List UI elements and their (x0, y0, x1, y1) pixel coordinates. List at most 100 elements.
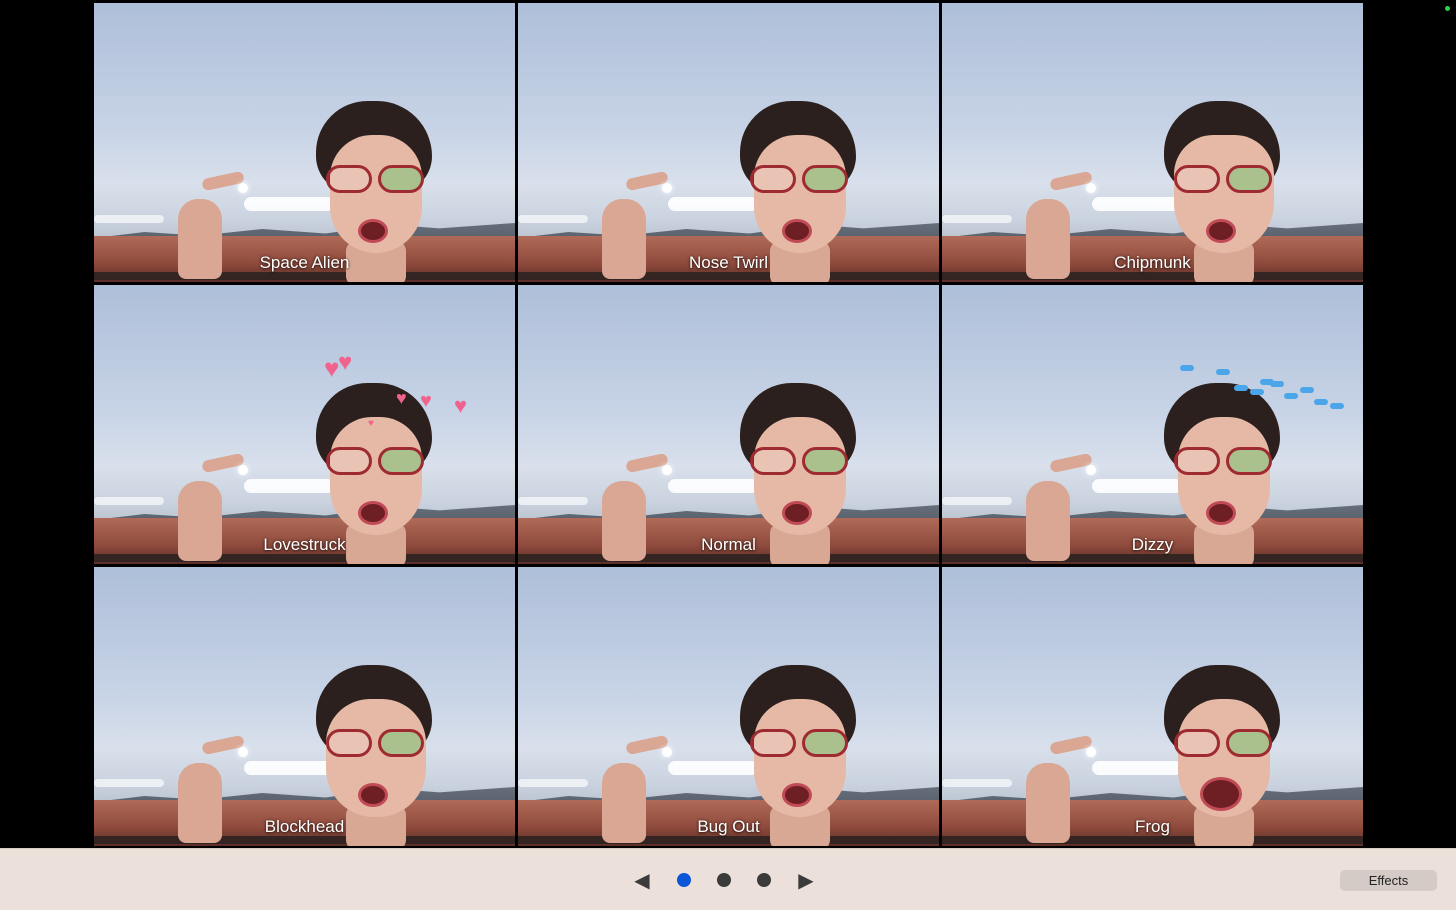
effect-tile-normal[interactable]: Normal (518, 285, 939, 564)
raised-hand (172, 170, 248, 282)
raised-hand (596, 170, 672, 282)
heart-icon: ♥ (396, 388, 407, 408)
effect-tile-dizzy[interactable]: Dizzy (942, 285, 1363, 564)
triangle-right-icon: ▶ (798, 869, 814, 892)
glasses (746, 165, 854, 195)
mouth (782, 219, 812, 243)
effect-tile-space-alien[interactable]: Space Alien (94, 3, 515, 282)
bottom-toolbar: ◀ ▶ Effects (0, 848, 1456, 910)
light-orb (662, 465, 672, 475)
palm (178, 763, 222, 843)
light-orb (1086, 465, 1096, 475)
palm (1026, 199, 1070, 279)
raised-hand (1020, 170, 1096, 282)
light-orb (1086, 747, 1096, 757)
person-portrait (740, 101, 860, 282)
raised-hand (596, 734, 672, 846)
glasses-lens-left (1174, 447, 1220, 475)
heart-icon: ♥ (454, 393, 468, 418)
glasses (322, 165, 430, 195)
hearts-effect: ♥ ♥ ♥ ♥ ♥ ♥ (324, 351, 494, 431)
glasses (1170, 729, 1278, 759)
page-dot-3[interactable] (757, 873, 771, 887)
glasses-lens-right (1226, 165, 1272, 193)
cloud-shape (94, 497, 164, 505)
effect-tile-blockhead[interactable]: Blockhead (94, 567, 515, 846)
heart-icon: ♥ (420, 390, 432, 412)
page-navigation: ◀ ▶ (630, 863, 818, 897)
mouth (1206, 501, 1236, 525)
raised-hand (596, 452, 672, 564)
railing (942, 272, 1363, 280)
bluebird-icon (1234, 385, 1248, 391)
glasses-lens-right (802, 447, 848, 475)
person-portrait (740, 665, 860, 846)
raised-hand (1020, 452, 1096, 564)
mouth (358, 219, 388, 243)
cloud-shape (518, 779, 588, 787)
glasses (746, 447, 854, 477)
effects-grid: Space Alien Nose Twirl Chipmunk ♥ ♥ ♥ ♥ ♥ ♥ Loves… (94, 3, 1363, 846)
glasses-lens-right (378, 729, 424, 757)
palm (1026, 481, 1070, 561)
effect-tile-lovestruck[interactable]: ♥ ♥ ♥ ♥ ♥ ♥ Lovestruck (94, 285, 515, 564)
effects-button[interactable]: Effects (1340, 870, 1437, 891)
bluebird-icon (1314, 399, 1328, 405)
light-orb (238, 747, 248, 757)
person-portrait (1164, 665, 1284, 846)
effect-tile-bug-out[interactable]: Bug Out (518, 567, 939, 846)
raised-hand (172, 452, 248, 564)
mouth (782, 783, 812, 807)
railing (94, 272, 515, 280)
glasses (1170, 165, 1278, 195)
palm (1026, 763, 1070, 843)
light-orb (1086, 183, 1096, 193)
page-dot-2[interactable] (717, 873, 731, 887)
effect-tile-nose-twirl[interactable]: Nose Twirl (518, 3, 939, 282)
railing (942, 554, 1363, 562)
triangle-left-icon: ◀ (634, 869, 650, 892)
light-orb (662, 747, 672, 757)
glasses-lens-left (1174, 165, 1220, 193)
camera-active-indicator (1445, 6, 1450, 11)
palm (178, 481, 222, 561)
palm (602, 763, 646, 843)
glasses-lens-left (750, 729, 796, 757)
person-portrait (316, 665, 436, 846)
bluebird-icon (1260, 379, 1274, 385)
bluebird-icon (1180, 365, 1194, 371)
heart-icon: ♥ (368, 418, 374, 429)
railing (518, 554, 939, 562)
railing (94, 554, 515, 562)
light-orb (662, 183, 672, 193)
heart-icon: ♥ (338, 349, 353, 376)
effect-tile-chipmunk[interactable]: Chipmunk (942, 3, 1363, 282)
cloud-shape (942, 779, 1012, 787)
bluebird-icon (1284, 393, 1298, 399)
next-page-button[interactable]: ▶ (794, 868, 818, 892)
cloud-shape (942, 497, 1012, 505)
camera-preview-area: Space Alien Nose Twirl Chipmunk ♥ ♥ ♥ ♥ ♥ ♥ Loves… (0, 0, 1456, 848)
glasses-lens-right (802, 165, 848, 193)
glasses-lens-right (802, 729, 848, 757)
bluebird-icon (1330, 403, 1344, 409)
raised-hand (1020, 734, 1096, 846)
bluebird-icon (1216, 369, 1230, 375)
glasses (322, 729, 430, 759)
glasses-lens-left (326, 447, 372, 475)
glasses-lens-left (750, 165, 796, 193)
light-orb (238, 465, 248, 475)
glasses-lens-left (1174, 729, 1220, 757)
person-portrait (316, 101, 436, 282)
page-dot-1[interactable] (677, 873, 691, 887)
previous-page-button[interactable]: ◀ (630, 868, 654, 892)
glasses-lens-left (326, 729, 372, 757)
glasses-lens-right (378, 165, 424, 193)
bluebird-icon (1250, 389, 1264, 395)
railing (518, 836, 939, 844)
light-orb (238, 183, 248, 193)
mouth (358, 783, 388, 807)
birds-effect (1180, 359, 1350, 419)
person-portrait (1164, 101, 1284, 282)
effect-tile-frog[interactable]: Frog (942, 567, 1363, 846)
